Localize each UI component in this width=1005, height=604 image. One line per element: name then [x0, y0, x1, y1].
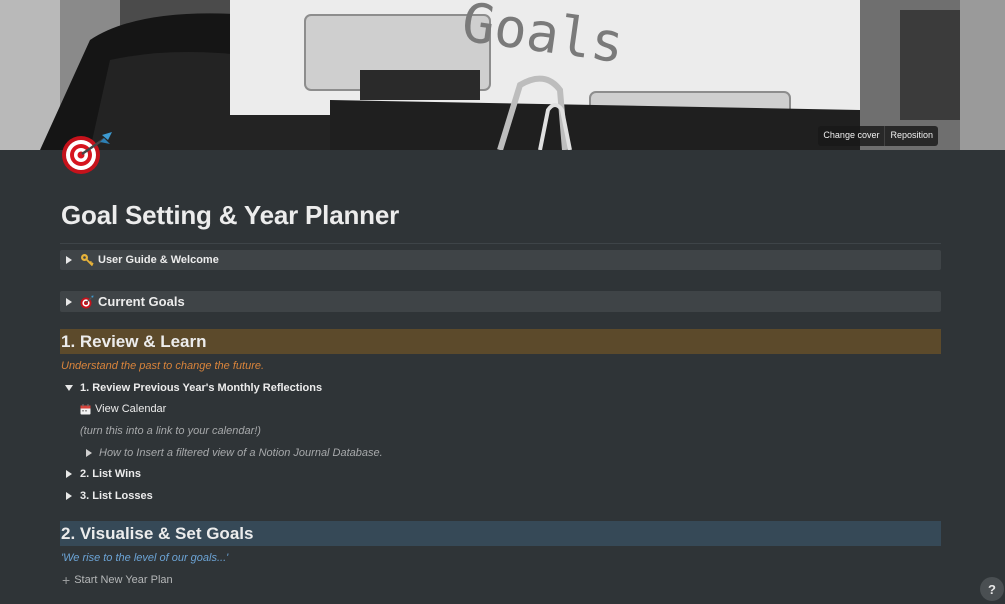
section-heading-review-learn[interactable]: 1. Review & Learn: [60, 329, 941, 354]
monthly-reflections-toggle[interactable]: 1. Review Previous Year's Monthly Reflec…: [60, 381, 322, 395]
calendar-note: (turn this into a link to your calendar!…: [80, 425, 261, 437]
user-guide-label: User Guide & Welcome: [98, 254, 219, 266]
start-new-year-plan-button[interactable]: + Start New Year Plan: [62, 572, 173, 588]
goals-quote: 'We rise to the level of our goals...': [61, 552, 229, 564]
start-new-year-plan-label: Start New Year Plan: [74, 574, 173, 586]
toggle-arrow-down-icon[interactable]: [60, 385, 78, 391]
list-wins-toggle[interactable]: 2. List Wins: [60, 467, 141, 481]
page-title[interactable]: Goal Setting & Year Planner: [61, 200, 399, 231]
current-goals-toggle[interactable]: Current Goals: [60, 291, 941, 312]
view-calendar-link[interactable]: View Calendar: [80, 402, 166, 416]
target-emoji-icon[interactable]: [60, 130, 116, 176]
key-emoji-icon: [80, 253, 94, 267]
monthly-reflections-label: 1. Review Previous Year's Monthly Reflec…: [80, 382, 323, 394]
current-goals-label: Current Goals: [98, 294, 185, 309]
title-divider: [60, 243, 941, 244]
toggle-arrow-icon[interactable]: [60, 256, 78, 264]
toggle-arrow-icon[interactable]: [60, 492, 78, 500]
dart-emoji-icon: [80, 295, 94, 309]
list-losses-toggle[interactable]: 3. List Losses: [60, 489, 153, 503]
toggle-arrow-icon[interactable]: [60, 297, 78, 306]
plus-icon: +: [62, 572, 71, 588]
calendar-emoji-icon: [80, 403, 91, 415]
toggle-arrow-icon[interactable]: [60, 470, 78, 478]
user-guide-toggle[interactable]: User Guide & Welcome: [60, 250, 941, 270]
list-wins-label: 2. List Wins: [80, 468, 142, 480]
review-subtitle: Understand the past to change the future…: [61, 360, 265, 372]
how-to-insert-label: How to Insert a filtered view of a Notio…: [99, 447, 383, 459]
change-cover-button[interactable]: Change cover: [818, 126, 886, 146]
toggle-arrow-icon[interactable]: [80, 449, 98, 457]
reposition-button[interactable]: Reposition: [885, 126, 938, 146]
help-button[interactable]: ?: [980, 577, 1004, 601]
cover-controls: Change cover Reposition: [818, 126, 938, 146]
view-calendar-label: View Calendar: [95, 403, 167, 415]
section-heading-visualise-goals[interactable]: 2. Visualise & Set Goals: [60, 521, 941, 546]
list-losses-label: 3. List Losses: [80, 490, 153, 502]
how-to-insert-toggle[interactable]: How to Insert a filtered view of a Notio…: [80, 446, 383, 460]
